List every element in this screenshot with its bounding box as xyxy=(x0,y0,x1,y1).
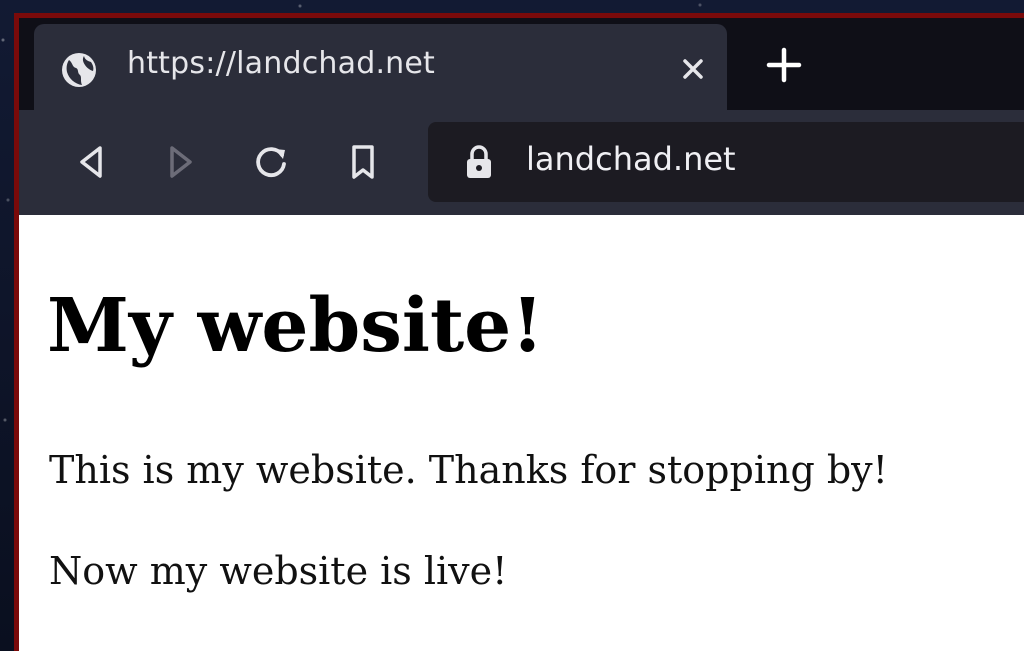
navigation-toolbar: landchad.net xyxy=(19,110,1024,215)
paragraph: This is my website. Thanks for stopping … xyxy=(49,448,888,492)
active-tab[interactable]: https://landchad.net xyxy=(34,24,727,112)
paragraph: Now my website is live! xyxy=(49,549,508,593)
forward-icon[interactable] xyxy=(159,140,203,184)
page-content: My website! This is my website. Thanks f… xyxy=(19,215,1024,651)
url-text[interactable]: landchad.net xyxy=(526,140,736,178)
page-heading: My website! xyxy=(47,283,544,369)
bookmark-icon[interactable] xyxy=(341,140,385,184)
lock-icon[interactable] xyxy=(462,143,496,181)
browser-window: https://landchad.net landchad.net My web… xyxy=(14,13,1024,651)
close-icon[interactable] xyxy=(678,54,708,84)
reload-icon[interactable] xyxy=(249,140,293,184)
tab-strip: https://landchad.net xyxy=(19,18,1024,112)
back-icon[interactable] xyxy=(69,140,113,184)
address-bar[interactable]: landchad.net xyxy=(428,122,1024,202)
globe-icon xyxy=(62,53,96,87)
tab-title: https://landchad.net xyxy=(127,46,436,81)
plus-icon[interactable] xyxy=(764,45,804,85)
